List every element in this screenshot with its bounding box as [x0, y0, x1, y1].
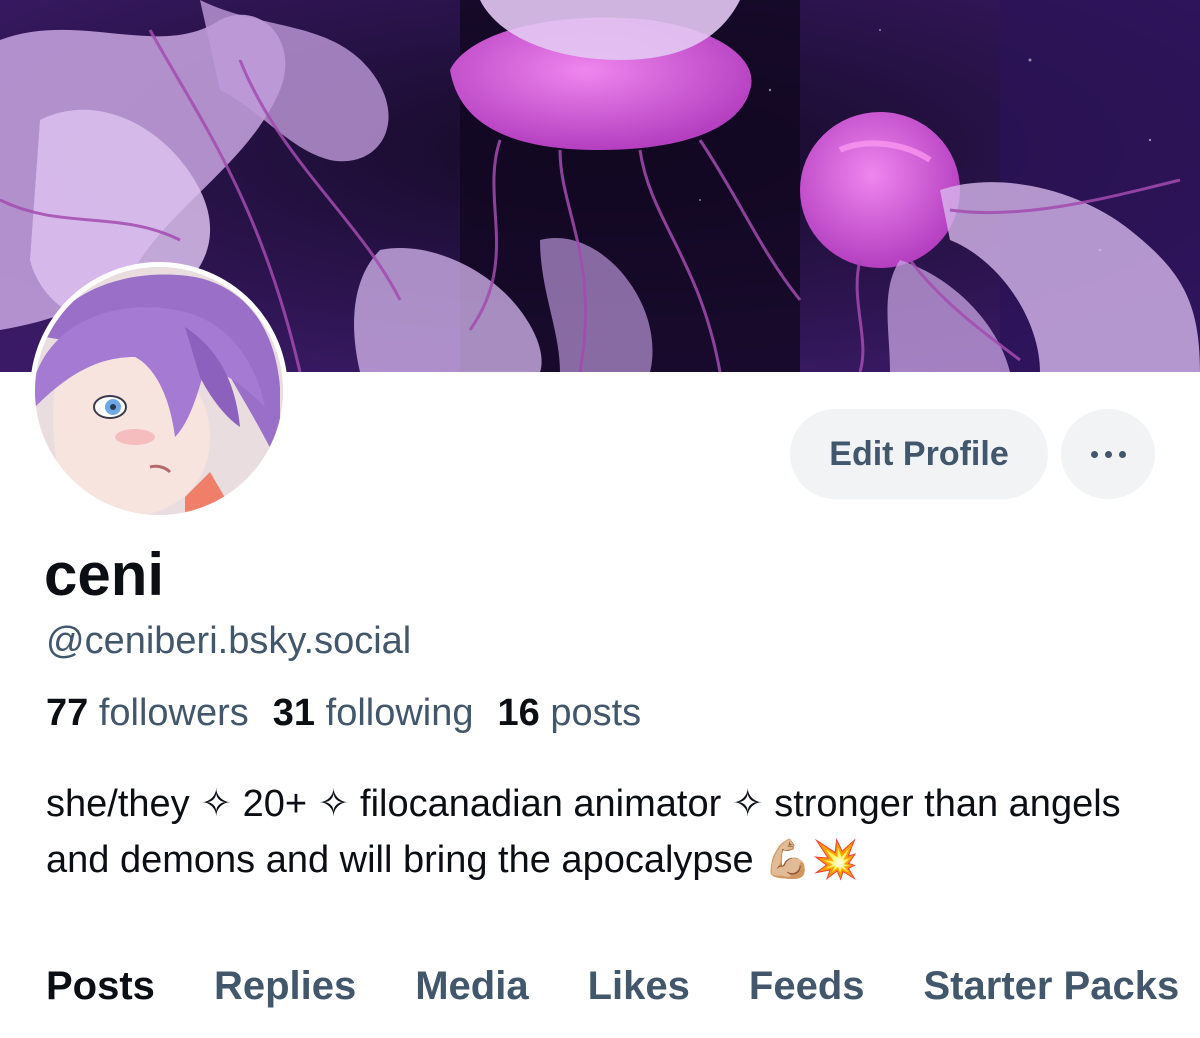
avatar-image	[35, 267, 283, 515]
more-options-button[interactable]	[1061, 409, 1155, 499]
edit-profile-button[interactable]: Edit Profile	[790, 409, 1048, 499]
tab-media[interactable]: Media	[415, 960, 528, 1012]
tab-starter-packs[interactable]: Starter Packs	[924, 960, 1180, 1012]
profile-tabs: Posts Replies Media Likes Feeds Starter …	[46, 960, 1179, 1012]
following-label: following	[325, 692, 474, 734]
tab-likes[interactable]: Likes	[588, 960, 690, 1012]
ellipsis-icon	[1090, 450, 1098, 458]
profile-stats: 77 followers 31 following 16 posts	[46, 690, 641, 736]
tab-replies[interactable]: Replies	[214, 960, 356, 1012]
ellipsis-dot	[1104, 450, 1112, 458]
tab-posts[interactable]: Posts	[46, 960, 155, 1012]
posts-stat: 16 posts	[498, 690, 642, 736]
tab-feeds[interactable]: Feeds	[749, 960, 865, 1012]
ellipsis-dot	[1118, 450, 1126, 458]
posts-label: posts	[550, 692, 642, 734]
display-name: ceni	[44, 541, 165, 608]
profile-bio: she/they ✧ 20+ ✧ filocanadian animator ✧…	[46, 783, 1121, 881]
profile-handle: @ceniberi.bsky.social	[46, 620, 412, 662]
followers-label: followers	[98, 692, 249, 734]
followers-stat[interactable]: 77 followers	[46, 690, 249, 736]
followers-count: 77	[46, 692, 89, 734]
posts-count: 16	[497, 692, 540, 734]
following-count: 31	[272, 692, 316, 734]
following-stat[interactable]: 31 following	[273, 690, 474, 736]
avatar[interactable]	[30, 262, 288, 520]
